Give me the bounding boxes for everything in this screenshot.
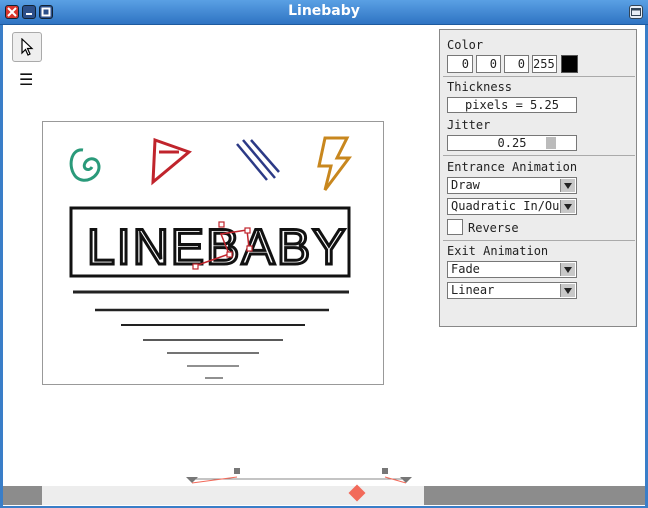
divider: [443, 155, 635, 156]
jitter-label: Jitter: [447, 118, 491, 132]
color-a-field[interactable]: 255: [532, 55, 557, 73]
exit-marker: [382, 468, 388, 474]
entrance-type-value: Draw: [451, 178, 480, 192]
entrance-easing-value: Quadratic In/Out: [451, 199, 567, 213]
jitter-slider[interactable]: 0.25: [447, 135, 577, 151]
spiral-icon: [69, 148, 101, 182]
chevron-down-icon: [560, 263, 575, 276]
color-g-field[interactable]: 0: [476, 55, 501, 73]
entrance-marker: [234, 468, 240, 474]
hamburger-menu-icon[interactable]: ☰: [19, 70, 33, 89]
chevron-down-icon: [560, 179, 575, 192]
reverse-label: Reverse: [468, 221, 519, 235]
window-title: Linebaby: [288, 3, 360, 19]
easing-curve: [191, 476, 407, 484]
restore-button[interactable]: [629, 5, 643, 19]
jitter-handle[interactable]: [546, 137, 556, 149]
canvas-title-text: LINEBABY: [87, 219, 348, 275]
exit-easing-value: Linear: [451, 283, 495, 297]
chevron-down-icon: [560, 284, 575, 297]
drawing-canvas[interactable]: LINEBABY: [42, 121, 384, 385]
divider: [443, 240, 635, 241]
color-r-field[interactable]: 0: [447, 55, 473, 73]
title-bar: Linebaby: [0, 0, 648, 25]
thickness-slider[interactable]: pixels = 5.25: [447, 97, 577, 113]
canvas-drawing: LINEBABY: [69, 136, 352, 379]
exit-easing-select[interactable]: Linear: [447, 282, 577, 299]
triangle-flag-icon: [151, 137, 192, 186]
timeline-active-range[interactable]: [42, 486, 424, 505]
lightning-icon: [317, 136, 352, 191]
slash-lines-icon: [236, 139, 280, 181]
entrance-easing-select[interactable]: Quadratic In/Out: [447, 198, 577, 215]
properties-panel: Color 0 0 0 255 Thickness pixels = 5.25 …: [439, 29, 637, 327]
chevron-down-icon: [560, 200, 575, 213]
exit-label: Exit Animation: [447, 244, 549, 258]
text-lines: [73, 290, 349, 379]
entrance-label: Entrance Animation: [447, 160, 578, 174]
entrance-type-select[interactable]: Draw: [447, 177, 577, 194]
exit-type-select[interactable]: Fade: [447, 261, 577, 278]
cursor-arrow-icon: [21, 38, 34, 56]
pointer-tool-button[interactable]: [12, 32, 42, 62]
exit-type-value: Fade: [451, 262, 480, 276]
color-label: Color: [447, 38, 484, 52]
thickness-label: Thickness: [447, 80, 513, 94]
timeline-range[interactable]: [180, 464, 420, 488]
reverse-checkbox[interactable]: [447, 219, 463, 235]
color-b-field[interactable]: 0: [504, 55, 529, 73]
color-swatch[interactable]: [561, 55, 578, 73]
jitter-value: 0.25: [497, 136, 527, 150]
restore-icon: [631, 8, 641, 16]
divider: [443, 76, 635, 77]
